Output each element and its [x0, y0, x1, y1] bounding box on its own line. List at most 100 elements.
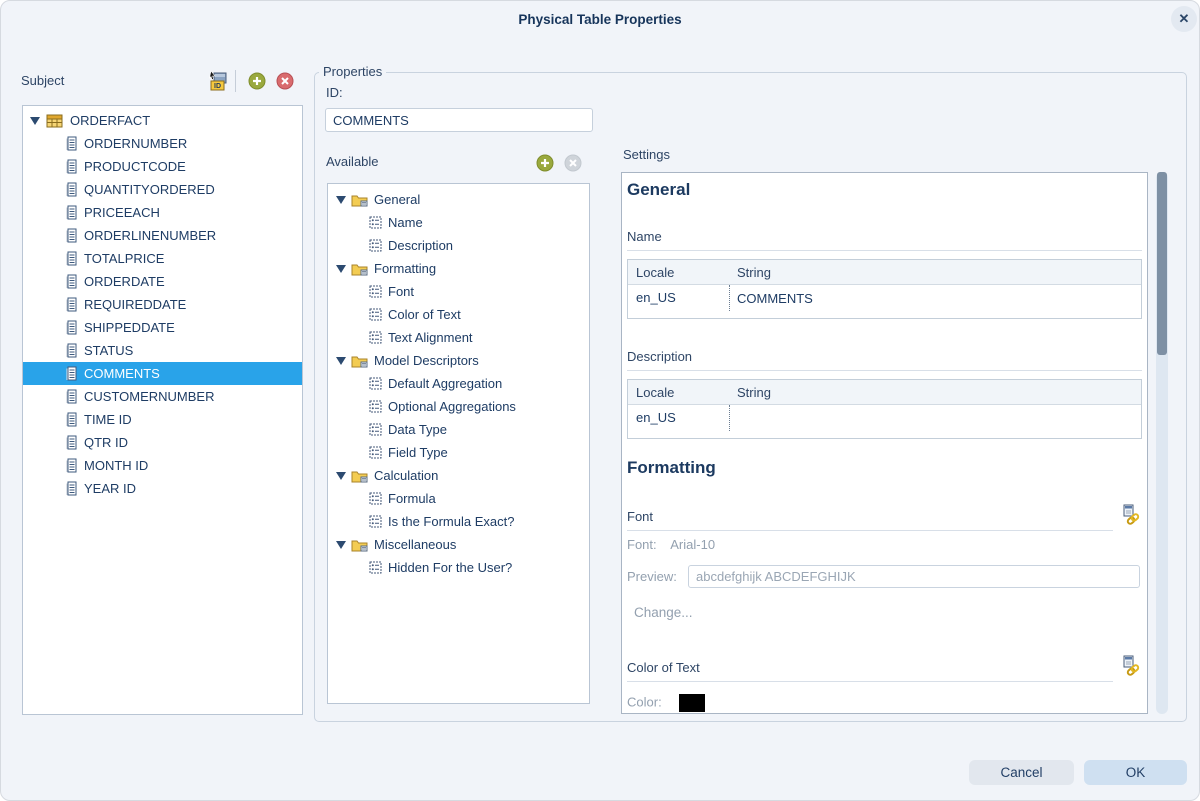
property-icon — [369, 423, 382, 436]
tree-item-column[interactable]: CUSTOMERNUMBER — [23, 385, 302, 408]
close-button[interactable]: ✕ — [1171, 6, 1197, 32]
tree-item-label: ORDERFACT — [70, 113, 150, 128]
id-input[interactable] — [325, 108, 593, 132]
column-icon — [65, 159, 77, 174]
tree-item-column[interactable]: TOTALPRICE — [23, 247, 302, 270]
tree-item-label: PRICEEACH — [84, 205, 160, 220]
tree-item-label: ORDERDATE — [84, 274, 165, 289]
available-group[interactable]: Formatting — [328, 257, 589, 280]
collapse-arrow-icon[interactable] — [336, 196, 346, 204]
subject-label: Subject — [21, 73, 64, 88]
string-cell[interactable] — [729, 405, 1141, 431]
cancel-button[interactable]: Cancel — [969, 760, 1074, 785]
available-item[interactable]: Is the Formula Exact? — [328, 510, 589, 533]
collapse-arrow-icon[interactable] — [336, 472, 346, 480]
property-icon — [369, 377, 382, 390]
settings-scrollbar[interactable] — [1156, 172, 1168, 714]
available-item[interactable]: Formula — [328, 487, 589, 510]
column-icon — [65, 228, 77, 243]
formatting-heading: Formatting — [627, 458, 716, 478]
color-swatch[interactable] — [679, 694, 705, 712]
collapse-arrow-icon[interactable] — [336, 357, 346, 365]
column-icon — [65, 389, 77, 404]
available-item[interactable]: Color of Text — [328, 303, 589, 326]
available-item-label: Is the Formula Exact? — [388, 514, 514, 529]
close-icon: ✕ — [1179, 11, 1190, 27]
column-icon — [65, 136, 77, 151]
properties-group: Properties ID: Available General Name De… — [314, 72, 1187, 722]
available-item[interactable]: Font — [328, 280, 589, 303]
edit-id-button[interactable]: ID — [207, 70, 229, 97]
tree-item-label: YEAR ID — [84, 481, 136, 496]
tree-item-label: ORDERNUMBER — [84, 136, 187, 151]
collapse-arrow-icon[interactable] — [336, 265, 346, 273]
folder-icon — [351, 193, 368, 207]
available-group[interactable]: Miscellaneous — [328, 533, 589, 556]
tree-item-label: REQUIREDDATE — [84, 297, 186, 312]
tree-item-column[interactable]: YEAR ID — [23, 477, 302, 500]
tree-item-column[interactable]: TIME ID — [23, 408, 302, 431]
available-item[interactable]: Optional Aggregations — [328, 395, 589, 418]
tree-item-column[interactable]: ORDERLINENUMBER — [23, 224, 302, 247]
tree-item-table[interactable]: ORDERFACT — [23, 109, 302, 132]
tree-item-column[interactable]: REQUIREDDATE — [23, 293, 302, 316]
available-group[interactable]: Calculation — [328, 464, 589, 487]
settings-scrollbar-thumb[interactable] — [1157, 172, 1167, 355]
folder-icon — [351, 354, 368, 368]
tree-item-column[interactable]: ORDERNUMBER — [23, 132, 302, 155]
string-cell[interactable]: COMMENTS — [729, 285, 1141, 311]
font-section-label: Font — [627, 509, 653, 524]
tree-item-label: SHIPPEDDATE — [84, 320, 175, 335]
tree-item-column[interactable]: PRICEEACH — [23, 201, 302, 224]
font-change-button[interactable]: Change... — [634, 605, 693, 620]
delete-subject-button[interactable] — [276, 72, 294, 95]
column-icon — [65, 366, 77, 381]
available-item[interactable]: Text Alignment — [328, 326, 589, 349]
description-table: Locale String en_US — [627, 379, 1142, 439]
color-label: Color: — [627, 694, 662, 709]
available-item[interactable]: Description — [328, 234, 589, 257]
tree-item-column[interactable]: ORDERDATE — [23, 270, 302, 293]
available-item[interactable]: Hidden For the User? — [328, 556, 589, 579]
remove-property-button[interactable] — [564, 154, 582, 177]
property-icon — [369, 400, 382, 413]
tree-item-column[interactable]: QTR ID — [23, 431, 302, 454]
tree-item-label: QUANTITYORDERED — [84, 182, 215, 197]
available-group-label: Formatting — [374, 261, 436, 276]
collapse-arrow-icon[interactable] — [30, 117, 40, 125]
tree-item-column[interactable]: STATUS — [23, 339, 302, 362]
column-icon — [65, 274, 77, 289]
available-item[interactable]: Field Type — [328, 441, 589, 464]
tree-item-column[interactable]: SHIPPEDDATE — [23, 316, 302, 339]
collapse-arrow-icon[interactable] — [336, 541, 346, 549]
tree-item-column[interactable]: PRODUCTCODE — [23, 155, 302, 178]
available-item[interactable]: Default Aggregation — [328, 372, 589, 395]
available-item-label: Hidden For the User? — [388, 560, 512, 575]
folder-icon — [351, 262, 368, 276]
available-item[interactable]: Data Type — [328, 418, 589, 441]
plus-circle-icon — [536, 154, 554, 172]
name-section-label: Name — [627, 229, 662, 244]
property-icon — [369, 216, 382, 229]
add-property-button[interactable] — [536, 154, 554, 177]
ok-button[interactable]: OK — [1084, 760, 1187, 785]
available-item[interactable]: Name — [328, 211, 589, 234]
available-group[interactable]: General — [328, 188, 589, 211]
delete-circle-icon-disabled — [564, 154, 582, 172]
id-tag-icon: ID — [207, 70, 229, 92]
tree-item-column-selected[interactable]: COMMENTS — [23, 362, 302, 385]
available-group-label: Model Descriptors — [374, 353, 479, 368]
tree-item-column[interactable]: QUANTITYORDERED — [23, 178, 302, 201]
color-inherit-button[interactable] — [1121, 655, 1143, 682]
available-group-label: General — [374, 192, 420, 207]
font-preview-input[interactable] — [688, 565, 1140, 588]
font-preview-label: Preview: — [627, 569, 677, 584]
tree-item-label: STATUS — [84, 343, 133, 358]
property-icon — [369, 308, 382, 321]
available-tree: General Name Description Formatting Font… — [327, 183, 590, 704]
property-icon — [369, 492, 382, 505]
tree-item-column[interactable]: MONTH ID — [23, 454, 302, 477]
font-inherit-button[interactable] — [1121, 504, 1143, 531]
add-subject-button[interactable] — [248, 72, 266, 95]
available-group[interactable]: Model Descriptors — [328, 349, 589, 372]
